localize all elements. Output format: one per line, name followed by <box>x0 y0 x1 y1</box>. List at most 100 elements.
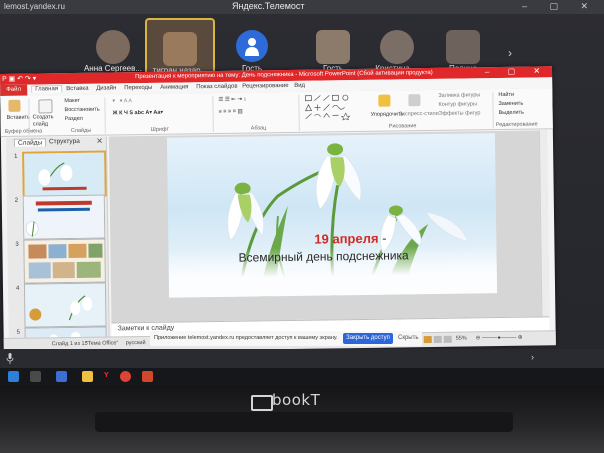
task-view-icon[interactable] <box>30 371 41 382</box>
close-icon[interactable]: ✕ <box>96 137 103 146</box>
stop-sharing-button[interactable]: Закрыть доступ <box>343 333 393 344</box>
new-slide-icon[interactable] <box>38 99 53 114</box>
select-button[interactable]: Выделить <box>499 110 524 116</box>
participant-tile[interactable]: Гость <box>300 18 366 74</box>
slide-counter: Слайд 1 из 15 <box>51 340 88 348</box>
slide-number: 2 <box>14 197 19 204</box>
quick-access-toolbar[interactable]: P ▣ ↶ ↷ ▾ <box>2 74 36 82</box>
thumbnail-image <box>24 152 105 196</box>
browser-url[interactable]: lemost.yandex.ru <box>4 2 65 11</box>
tab-home[interactable]: Главная <box>31 85 63 93</box>
slide-dash: - <box>382 230 387 246</box>
participant-tile[interactable]: Кристина ... <box>364 18 430 74</box>
slide-number: 4 <box>15 285 20 292</box>
chevron-right-icon[interactable]: › <box>508 46 512 60</box>
tab-outline[interactable]: Структура <box>46 138 83 146</box>
participant-video <box>380 30 414 64</box>
align-buttons[interactable]: ≡ ≡ ≡ ≡ ▥ <box>219 109 243 115</box>
sorter-view-icon[interactable] <box>433 335 442 343</box>
laptop-hinge <box>95 412 513 432</box>
slide-thumbnail[interactable] <box>22 194 106 240</box>
tab-slides[interactable]: Слайды <box>13 138 47 147</box>
create-slide-button[interactable]: Создать слайд <box>33 114 57 128</box>
replace-button[interactable]: Заменить <box>498 101 523 107</box>
ribbon-separator <box>492 92 494 129</box>
slide-date-title: 19 апреля - <box>314 231 386 247</box>
group-font-label: Шрифт <box>150 126 169 133</box>
screen-share-notification: Приложение telemost.yandex.ru предоставл… <box>150 331 422 346</box>
window-controls[interactable]: – ▢ ✕ <box>522 1 598 12</box>
participant-tile[interactable]: Полина <box>430 18 496 74</box>
paste-icon[interactable] <box>8 99 21 112</box>
quick-styles-icon[interactable] <box>408 94 421 107</box>
group-paragraph-label: Абзац <box>250 125 267 132</box>
folder-icon[interactable] <box>82 371 93 382</box>
theme-name: "Тема Office" <box>85 340 119 347</box>
find-button[interactable]: Найти <box>498 92 514 98</box>
font-name-box[interactable]: ▾ ▾ A A <box>112 98 132 104</box>
list-buttons[interactable]: ☰ ☰ ⇤ ⇥ ↕ <box>218 97 246 103</box>
paste-button[interactable]: Вставить <box>7 115 30 121</box>
slide-thumbnail[interactable] <box>23 238 106 284</box>
section-button[interactable]: Раздел <box>65 116 83 122</box>
font-format-buttons[interactable]: Ж К Ч S abc A▾ Aa▾ <box>113 110 164 117</box>
quick-styles-button[interactable]: Экспресс-стили <box>399 111 439 118</box>
shape-outline-button[interactable]: Контур фигуры <box>438 101 477 108</box>
group-drawing-label: Рисование <box>388 123 417 130</box>
tab-transitions[interactable]: Переходы <box>124 85 152 91</box>
zoom-level[interactable]: 55% <box>456 336 467 342</box>
thumbnail-image <box>24 283 106 327</box>
slide-number: 1 <box>14 153 18 160</box>
tab-design[interactable]: Дизайн <box>96 85 116 91</box>
browser-title: Яндекс.Телемост <box>232 1 305 11</box>
chrome-icon[interactable] <box>120 371 131 382</box>
slide-editor: 19 апреля - Всемирный день подснежника <box>108 130 550 323</box>
current-slide[interactable]: 19 апреля - Всемирный день подснежника <box>166 133 498 298</box>
ribbon-separator <box>298 94 300 131</box>
participant-video <box>96 30 130 64</box>
guest-avatar <box>236 30 268 62</box>
shape-effects-button[interactable]: Эффекты фигур <box>439 110 481 117</box>
thumbnail-image <box>23 195 105 239</box>
powerpoint-icon[interactable] <box>142 371 153 382</box>
slide-thumbnail[interactable] <box>22 150 107 198</box>
tab-file[interactable]: Файл <box>0 84 28 96</box>
ppt-window-controls[interactable]: – ▢ ✕ <box>485 66 548 76</box>
microphone-icon[interactable] <box>6 353 14 364</box>
ribbon-separator <box>28 98 30 135</box>
reset-button[interactable]: Восстановить <box>64 107 99 113</box>
hide-button[interactable]: Скрыть <box>398 335 418 341</box>
participant-tile-active[interactable]: тигран назар... <box>145 18 215 78</box>
chevron-right-icon[interactable]: › <box>531 352 534 362</box>
slide-subtitle: Всемирный день подснежника <box>238 248 409 265</box>
tab-insert[interactable]: Вставка <box>66 86 88 92</box>
language-indicator[interactable]: русский <box>126 340 146 346</box>
participant-video <box>163 32 197 66</box>
call-controls: › <box>0 349 604 368</box>
tab-view[interactable]: Вид <box>294 83 305 89</box>
yandex-browser-icon[interactable]: Y <box>104 372 109 379</box>
participant-tile[interactable]: Анна Сергеев... <box>80 18 146 74</box>
tab-review[interactable]: Рецензирование <box>242 83 288 90</box>
group-editing-label: Редактирование <box>495 121 538 129</box>
tab-animation[interactable]: Анимация <box>160 84 188 90</box>
participant-video <box>446 30 480 64</box>
layout-button[interactable]: Макет <box>64 98 80 104</box>
group-slides-label: Слайды <box>70 127 92 135</box>
slide-thumbnail[interactable] <box>23 282 107 328</box>
app-icon[interactable] <box>56 371 67 382</box>
start-icon[interactable] <box>8 371 19 382</box>
shapes-gallery[interactable] <box>304 94 364 121</box>
normal-view-icon[interactable] <box>423 335 432 344</box>
participant-tile[interactable]: Гость <box>219 18 285 74</box>
reading-view-icon[interactable] <box>443 335 452 343</box>
taskbar: Y <box>0 368 604 386</box>
tab-slideshow[interactable]: Показ слайдов <box>196 84 237 91</box>
shape-fill-button[interactable]: Заливка фигуры <box>438 92 480 99</box>
arrange-icon[interactable] <box>378 94 391 107</box>
slides-pane: Слайды Структура ✕ 1 2 3 4 5 <box>5 136 110 348</box>
browser-titlebar: lemost.yandex.ru Яндекс.Телемост – ▢ ✕ <box>0 0 604 14</box>
zoom-slider[interactable]: ⊖ ────●──── ⊕ <box>476 335 523 342</box>
vertical-scrollbar[interactable] <box>538 130 550 317</box>
ribbon-separator <box>212 96 214 133</box>
